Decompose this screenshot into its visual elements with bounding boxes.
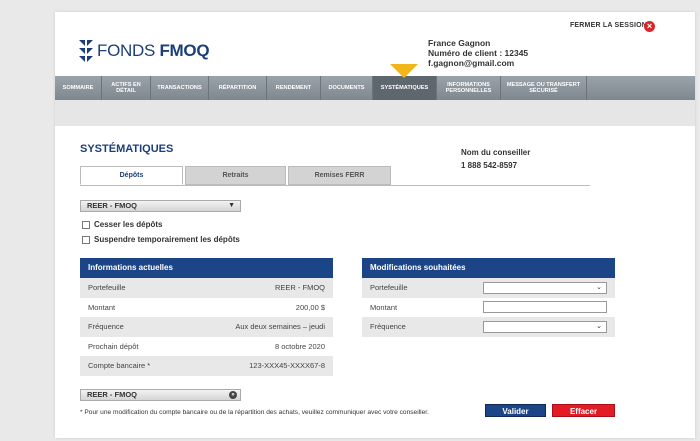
current-row-frequence: Fréquence Aux deux semaines – jeudi — [80, 317, 333, 337]
chevron-down-icon: ⌄ — [596, 283, 602, 291]
nav-systematiques[interactable]: SYSTÉMATIQUES — [373, 76, 437, 100]
nav-actifs-en-detail[interactable]: ACTIFS EN DÉTAIL — [102, 76, 151, 100]
sub-bar — [55, 100, 695, 126]
current-row-portefeuille: Portefeuille REER - FMOQ — [80, 278, 333, 298]
user-info: France Gagnon Numéro de client : 12345 f… — [428, 38, 528, 68]
row-label: Montant — [370, 302, 398, 312]
page: FONDS FMOQ FERMER LA SESSION × France Ga… — [55, 12, 695, 438]
client-number: Numéro de client : 12345 — [428, 48, 529, 58]
current-info-panel: Informations actuelles Portefeuille REER… — [80, 258, 333, 376]
row-label: Fréquence — [88, 322, 124, 332]
stop-deposits-label: Cesser les dépôts — [94, 220, 163, 229]
change-row-portefeuille: Portefeuille ⌄ — [362, 278, 615, 298]
current-row-montant: Montant 200,00 $ — [80, 297, 333, 317]
caret-down-icon: ▼ — [228, 202, 235, 209]
submit-button[interactable]: Valider — [485, 404, 546, 417]
nav-message-transfert[interactable]: MESSAGE OU TRANSFERT SÉCURISÉ — [501, 76, 587, 100]
portefeuille-select[interactable]: ⌄ — [483, 281, 607, 294]
nav-transactions[interactable]: TRANSACTIONS — [151, 76, 209, 100]
chevron-down-icon: ⌄ — [596, 322, 602, 330]
montant-input[interactable] — [483, 301, 607, 314]
suspend-deposits-label: Suspendre temporairement les dépôts — [94, 235, 240, 244]
bottom-account-value: REER - FMOQ — [87, 390, 137, 399]
nav-repartition[interactable]: RÉPARTITION — [209, 76, 267, 100]
row-value: Aux deux semaines – jeudi — [235, 322, 325, 332]
fonds-fmoq-logo[interactable]: FONDS FMOQ — [79, 36, 210, 66]
row-label: Fréquence — [370, 322, 406, 332]
row-label: Prochain dépôt — [88, 341, 139, 351]
nav-documents[interactable]: DOCUMENTS — [321, 76, 373, 100]
changes-title: Modifications souhaitées — [362, 258, 615, 278]
account-select[interactable]: REER - FMOQ ▼ — [80, 200, 241, 212]
account-select-value: REER - FMOQ — [87, 201, 137, 210]
nav-informations-personnelles[interactable]: INFORMATIONS PERSONNELLES — [437, 76, 501, 100]
row-label: Portefeuille — [88, 283, 126, 293]
nav-rendement[interactable]: RENDEMENT — [267, 76, 321, 100]
close-icon[interactable]: × — [644, 21, 655, 32]
suspend-deposits-option[interactable]: Suspendre temporairement les dépôts — [82, 235, 240, 244]
row-label: Compte bancaire * — [88, 361, 151, 371]
advisor-name: Nom du conseiller — [461, 148, 531, 157]
clear-button[interactable]: Effacer — [552, 404, 615, 417]
changes-panel: Modifications souhaitées Portefeuille ⌄ … — [362, 258, 615, 337]
row-value: 200,00 $ — [295, 302, 325, 312]
change-row-montant: Montant — [362, 297, 615, 317]
tab-remises-ferr[interactable]: Remises FERR — [288, 166, 391, 185]
row-label: Montant — [88, 302, 116, 312]
page-title: SYSTÉMATIQUES — [80, 143, 174, 155]
arrow-right-circle-icon[interactable]: » — [229, 391, 237, 399]
tab-bar: Dépôts Retraits Remises FERR — [80, 166, 590, 186]
suspend-deposits-checkbox[interactable] — [82, 235, 90, 244]
change-row-frequence: Fréquence ⌄ — [362, 317, 615, 337]
current-row-prochain-depot: Prochain dépôt 8 octobre 2020 — [80, 336, 333, 356]
row-label: Portefeuille — [370, 283, 408, 293]
nav-sommaire[interactable]: SOMMAIRE — [55, 76, 102, 100]
active-nav-indicator-icon — [390, 64, 418, 78]
footnote: * Pour une modification du compte bancai… — [80, 409, 429, 416]
logo-mark-icon — [79, 38, 93, 64]
bottom-account-select[interactable]: REER - FMOQ » — [80, 389, 241, 401]
row-value: REER - FMOQ — [275, 283, 325, 293]
user-email: f.gagnon@gmail.com — [428, 58, 515, 68]
stop-deposits-checkbox[interactable] — [82, 220, 90, 229]
current-info-title: Informations actuelles — [80, 258, 333, 278]
frequence-select[interactable]: ⌄ — [483, 320, 607, 333]
current-row-compte-bancaire: Compte bancaire * 123-XXX45-XXXX67-8 — [80, 356, 333, 376]
logout-link[interactable]: FERMER LA SESSION — [570, 22, 647, 29]
user-name: France Gagnon — [428, 38, 491, 48]
tab-depots[interactable]: Dépôts — [80, 166, 183, 185]
app-frame: FONDS FMOQ FERMER LA SESSION × France Ga… — [0, 0, 700, 441]
main-nav: SOMMAIRE ACTIFS EN DÉTAIL TRANSACTIONS R… — [55, 76, 695, 100]
row-value: 123-XXX45-XXXX67-8 — [249, 361, 325, 371]
tab-retraits[interactable]: Retraits — [185, 166, 286, 185]
stop-deposits-option[interactable]: Cesser les dépôts — [82, 220, 162, 229]
logo-text: FONDS FMOQ — [97, 41, 210, 60]
row-value: 8 octobre 2020 — [274, 341, 325, 351]
